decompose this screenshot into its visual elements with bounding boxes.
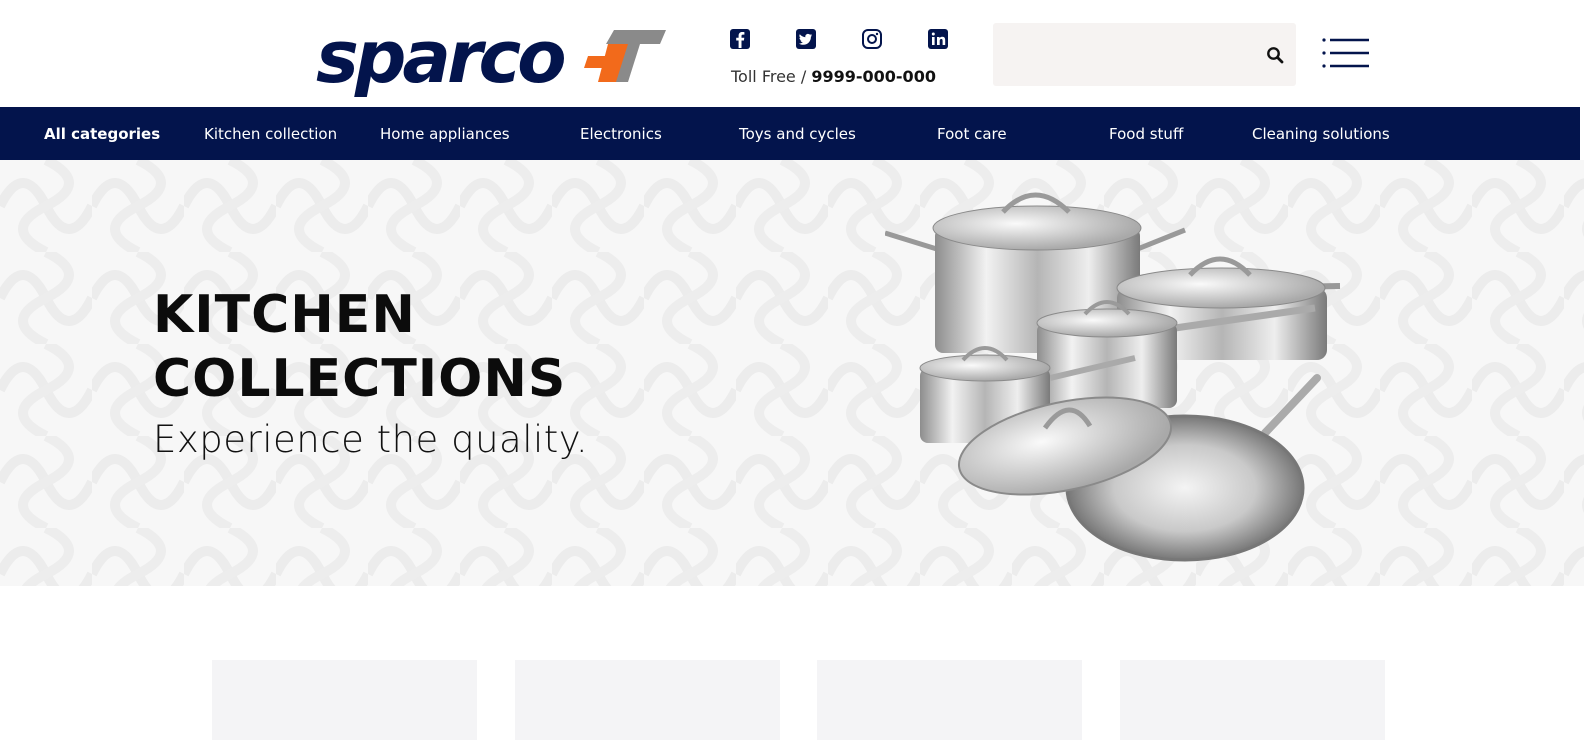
category-card-1[interactable] xyxy=(212,660,477,740)
hero-title: KITCHEN COLLECTIONS xyxy=(153,283,566,411)
nav-item-cleaning-solutions[interactable]: Cleaning solutions xyxy=(1252,107,1390,160)
hamburger-menu-icon[interactable] xyxy=(1321,36,1371,76)
search-input[interactable] xyxy=(993,23,1248,86)
hero-banner: KITCHEN COLLECTIONS Experience the quali… xyxy=(0,160,1584,586)
cookware-set-image xyxy=(885,192,1341,562)
nav-item-food-stuff[interactable]: Food stuff xyxy=(1109,107,1183,160)
search-box xyxy=(993,23,1296,86)
category-nav: All categories Kitchen collection Home a… xyxy=(0,107,1580,160)
toll-free-number[interactable]: 9999-000-000 xyxy=(811,67,936,86)
toll-free-label: Toll Free / xyxy=(731,67,812,86)
nav-item-foot-care[interactable]: Foot care xyxy=(937,107,1007,160)
logo-wordmark: sparco xyxy=(316,24,564,99)
brand-logo[interactable]: sparco xyxy=(316,15,666,100)
category-card-4[interactable] xyxy=(1120,660,1385,740)
hero-title-line-2: COLLECTIONS xyxy=(153,349,567,409)
nav-item-electronics[interactable]: Electronics xyxy=(580,107,662,160)
category-card-3[interactable] xyxy=(817,660,1082,740)
toll-free-info: Toll Free / 9999-000-000 xyxy=(731,67,936,86)
social-links xyxy=(729,27,993,51)
facebook-icon[interactable] xyxy=(729,27,795,51)
nav-item-kitchen-collection[interactable]: Kitchen collection xyxy=(204,107,337,160)
linkedin-icon[interactable] xyxy=(927,27,993,51)
category-card-2[interactable] xyxy=(515,660,780,740)
nav-item-all-categories[interactable]: All categories xyxy=(44,107,160,160)
site-header: sparco Toll Free / 9999-000-000 xyxy=(0,0,1584,107)
instagram-icon[interactable] xyxy=(861,27,927,51)
twitter-icon[interactable] xyxy=(795,27,861,51)
hero-subtitle: Experience the quality. xyxy=(153,418,589,461)
hero-title-line-1: KITCHEN xyxy=(153,285,416,345)
nav-item-toys-and-cycles[interactable]: Toys and cycles xyxy=(739,107,856,160)
nav-item-home-appliances[interactable]: Home appliances xyxy=(380,107,510,160)
search-icon[interactable] xyxy=(1262,42,1288,68)
